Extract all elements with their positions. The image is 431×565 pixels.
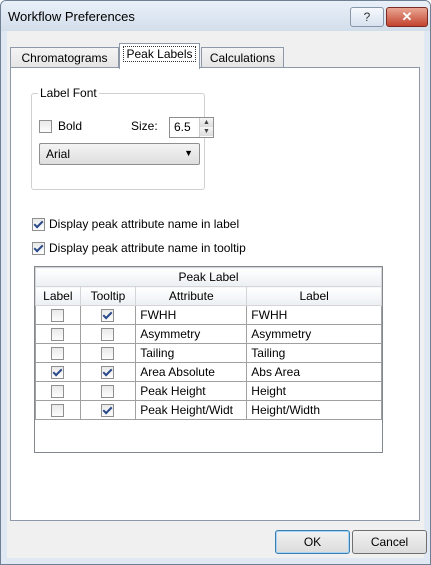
column-header-attribute[interactable]: Attribute (135, 286, 248, 306)
display-in-tooltip-checkbox[interactable] (32, 242, 45, 255)
dialog-window: Workflow Preferences ? ✕ Chromatograms P… (0, 0, 431, 565)
size-label: Size: (131, 119, 158, 133)
attribute-cell[interactable]: Area Absolute (135, 362, 248, 382)
table-row[interactable]: Peak Height/Widt Height/Width (35, 400, 382, 420)
row-tooltip-cell[interactable] (79, 324, 137, 344)
row-tooltip-checkbox[interactable] (101, 385, 115, 399)
display-label-cell[interactable]: Abs Area (246, 362, 382, 382)
row-label-checkbox[interactable] (51, 404, 65, 418)
table-row[interactable]: FWHH FWHH (35, 305, 382, 325)
row-tooltip-checkbox[interactable] (101, 328, 115, 342)
spin-down-icon[interactable]: ▼ (200, 127, 213, 136)
row-tooltip-cell[interactable] (79, 343, 137, 363)
display-label-cell[interactable]: Asymmetry (246, 324, 382, 344)
row-label-cell[interactable] (35, 305, 81, 325)
row-tooltip-cell[interactable] (79, 381, 137, 401)
column-header-label[interactable]: Label (35, 286, 81, 306)
peak-labels-panel: Label Font Bold Size: 6.5 ▲ ▼ Arial ▼ Di… (10, 67, 420, 521)
cancel-button[interactable]: Cancel (352, 530, 427, 554)
label-font-legend: Label Font (38, 86, 99, 100)
spinner-buttons[interactable]: ▲ ▼ (199, 118, 213, 137)
attribute-cell[interactable]: Asymmetry (135, 324, 248, 344)
size-spinner[interactable]: 6.5 ▲ ▼ (169, 117, 214, 138)
tab-label: Peak Labels (123, 46, 196, 62)
tab-chromatograms[interactable]: Chromatograms (10, 47, 119, 68)
row-label-cell[interactable] (35, 324, 81, 344)
row-label-checkbox[interactable] (51, 309, 65, 323)
tab-label: Calculations (209, 51, 276, 65)
close-button[interactable]: ✕ (386, 7, 428, 27)
row-label-cell[interactable] (35, 362, 81, 382)
row-label-cell[interactable] (35, 381, 81, 401)
size-value: 6.5 (174, 120, 191, 134)
table-row[interactable]: Asymmetry Asymmetry (35, 324, 382, 344)
font-value: Arial (46, 147, 71, 161)
chevron-down-icon: ▼ (184, 148, 193, 158)
attribute-cell[interactable]: Tailing (135, 343, 248, 363)
display-in-label-text: Display peak attribute name in label (49, 217, 240, 231)
display-in-tooltip-text: Display peak attribute name in tooltip (49, 241, 246, 255)
window-title: Workflow Preferences (8, 9, 135, 24)
table-row[interactable]: Area Absolute Abs Area (35, 362, 382, 382)
grid-group-header: Peak Label (35, 267, 382, 287)
label-font-group: Label Font Bold Size: 6.5 ▲ ▼ Arial ▼ (31, 86, 214, 190)
table-row[interactable]: Tailing Tailing (35, 343, 382, 363)
tab-label: Chromatograms (21, 51, 108, 65)
display-label-cell[interactable]: Tailing (246, 343, 382, 363)
spin-up-icon[interactable]: ▲ (200, 118, 213, 127)
display-label-cell[interactable]: FWHH (246, 305, 382, 325)
bold-checkbox[interactable] (39, 120, 52, 133)
row-label-checkbox[interactable] (51, 347, 65, 361)
tab-peak-labels[interactable]: Peak Labels (119, 43, 200, 69)
column-header-tooltip[interactable]: Tooltip (79, 286, 137, 306)
row-label-checkbox[interactable] (51, 385, 65, 399)
row-tooltip-checkbox[interactable] (101, 404, 115, 418)
display-label-cell[interactable]: Height (246, 381, 382, 401)
row-tooltip-checkbox[interactable] (101, 309, 115, 323)
help-button[interactable]: ? (350, 7, 384, 27)
dialog-client: Chromatograms Peak Labels Calculations L… (7, 31, 427, 558)
attribute-cell[interactable]: Peak Height/Widt (135, 400, 248, 420)
attribute-cell[interactable]: FWHH (135, 305, 248, 325)
row-label-checkbox[interactable] (51, 328, 65, 342)
row-tooltip-checkbox[interactable] (101, 347, 115, 361)
row-label-cell[interactable] (35, 343, 81, 363)
row-tooltip-checkbox[interactable] (101, 366, 115, 380)
ok-button[interactable]: OK (275, 530, 350, 554)
display-label-cell[interactable]: Height/Width (246, 400, 382, 420)
title-bar[interactable]: Workflow Preferences ? ✕ (1, 1, 430, 31)
display-in-label-checkbox[interactable] (32, 218, 45, 231)
bold-label: Bold (58, 119, 83, 133)
row-label-cell[interactable] (35, 400, 81, 420)
row-label-checkbox[interactable] (51, 366, 65, 380)
peak-label-table: Peak Label Label Tooltip Attribute Label… (35, 267, 382, 420)
peak-label-grid[interactable]: Peak Label Label Tooltip Attribute Label… (34, 266, 383, 453)
row-tooltip-cell[interactable] (79, 362, 137, 382)
tab-calculations[interactable]: Calculations (201, 47, 284, 68)
row-tooltip-cell[interactable] (79, 400, 137, 420)
table-row[interactable]: Peak Height Height (35, 381, 382, 401)
attribute-cell[interactable]: Peak Height (135, 381, 248, 401)
row-tooltip-cell[interactable] (79, 305, 137, 325)
font-dropdown[interactable]: Arial ▼ (39, 143, 200, 165)
column-header-display-label[interactable]: Label (246, 286, 382, 306)
